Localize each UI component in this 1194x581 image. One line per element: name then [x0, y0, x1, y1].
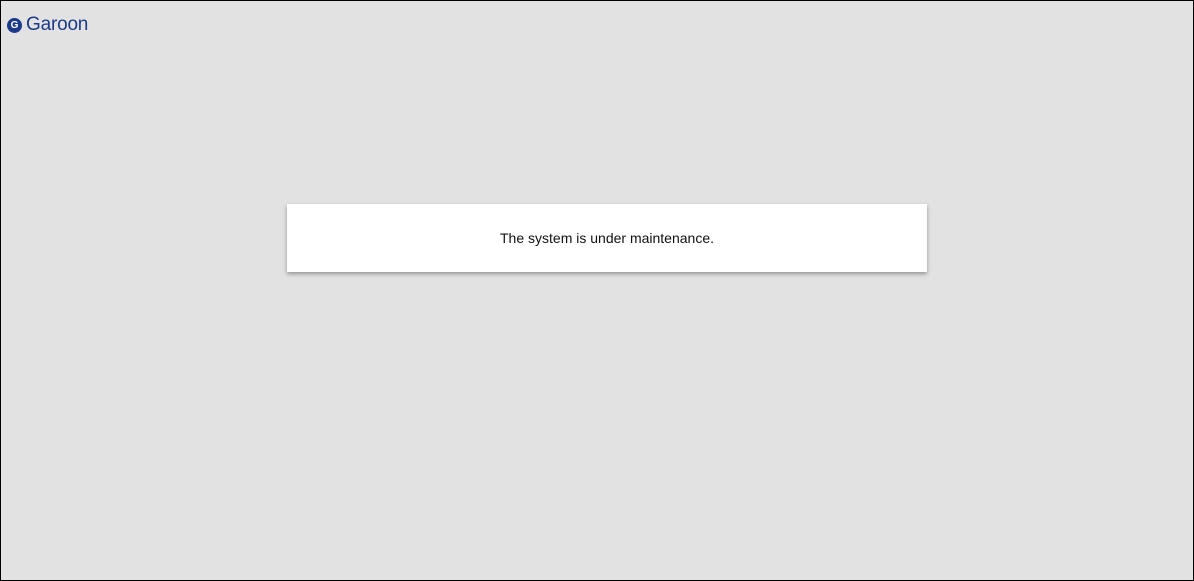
maintenance-page: G Garoon The system is under maintenance… [0, 0, 1194, 581]
garoon-g-icon: G [7, 17, 22, 33]
garoon-logo-link[interactable]: G Garoon [7, 14, 88, 36]
maintenance-message: The system is under maintenance. [500, 230, 714, 246]
logo-text: Garoon [26, 14, 89, 35]
maintenance-message-box: The system is under maintenance. [287, 204, 927, 272]
